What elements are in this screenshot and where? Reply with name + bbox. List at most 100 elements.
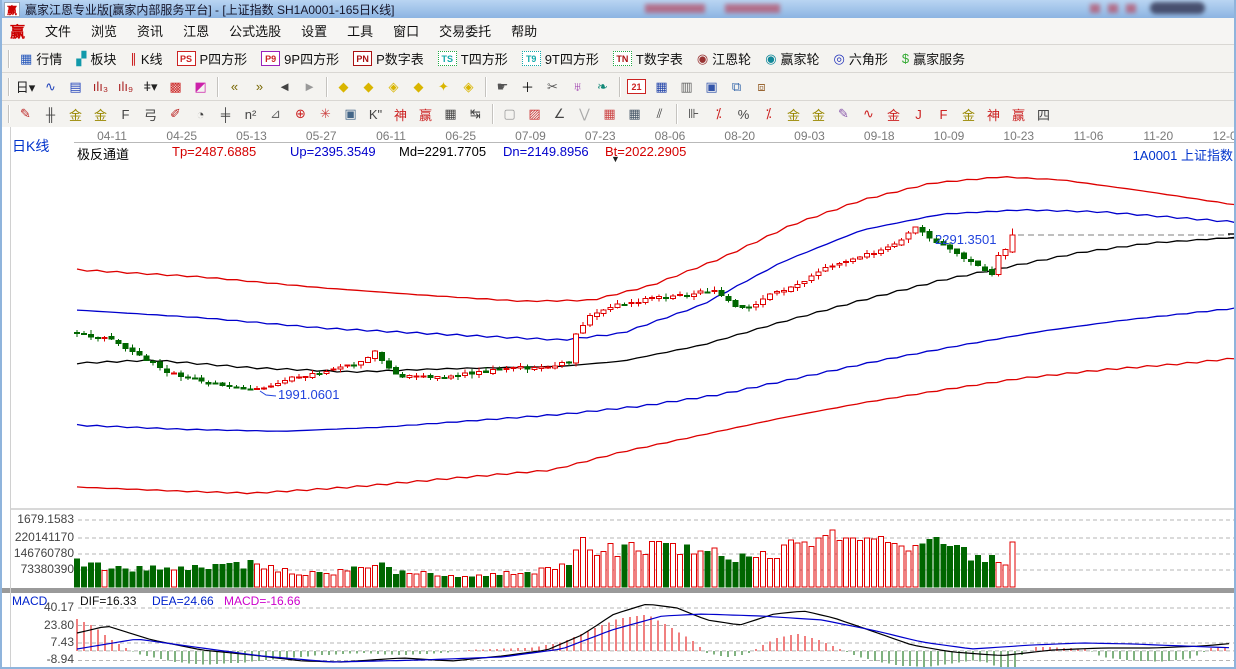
- nav-diamond-right[interactable]: ◆: [357, 75, 380, 98]
- calculator-icon[interactable]: ▦: [650, 75, 673, 98]
- kline-period-label[interactable]: 日K线: [12, 136, 49, 156]
- tb-9p-square[interactable]: P99P四方形: [254, 49, 346, 68]
- symbol-label[interactable]: 1A0001 上证指数: [1133, 145, 1233, 164]
- purple-tool[interactable]: ♅: [566, 75, 589, 98]
- draw-pencil-icon[interactable]: ✎: [14, 103, 37, 126]
- indicator-name-label[interactable]: 极反通道: [77, 144, 129, 159]
- gold-underline-icon[interactable]: 金: [882, 103, 905, 126]
- nav-diamond-star[interactable]: ✦: [432, 75, 455, 98]
- low-annotation-pointer: [260, 391, 276, 396]
- shen-angle-icon[interactable]: 神: [982, 103, 1005, 126]
- menu-file[interactable]: 文件: [35, 24, 81, 39]
- tb-quotes[interactable]: ▦行情: [13, 49, 69, 68]
- frame-box-icon[interactable]: ▢: [498, 103, 521, 126]
- gold-levels-icon[interactable]: 金: [807, 103, 830, 126]
- nav-diamond-all[interactable]: ◈: [457, 75, 480, 98]
- notepad-icon[interactable]: ▥: [675, 75, 698, 98]
- tb-sectors[interactable]: ▞板块: [69, 49, 123, 68]
- k-quote-icon[interactable]: K": [364, 103, 387, 126]
- boxed-grid-icon[interactable]: ▣: [339, 103, 362, 126]
- tb-gann-wheel[interactable]: ◉江恩轮: [690, 49, 758, 68]
- shen-tool-icon[interactable]: 神: [389, 103, 412, 126]
- j-angle-icon[interactable]: J: [907, 103, 930, 126]
- width-arrows-icon[interactable]: ↹: [464, 103, 487, 126]
- menu-browse[interactable]: 浏览: [81, 24, 127, 39]
- menu-trade-entrust[interactable]: 交易委托: [429, 24, 501, 39]
- zigzag-wave-icon[interactable]: ∿: [39, 75, 62, 98]
- calendar-21-icon[interactable]: 21: [625, 75, 648, 98]
- tb-p-table[interactable]: PNP数字表: [346, 49, 431, 68]
- pencil-bit-icon[interactable]: ✎: [832, 103, 855, 126]
- trend-lines-icon[interactable]: ∠: [548, 103, 571, 126]
- grid-red-icon[interactable]: ▦: [598, 103, 621, 126]
- gold-grid-icon[interactable]: 金: [64, 103, 87, 126]
- wave-red-icon[interactable]: ∿: [857, 103, 880, 126]
- hand-pan-tool[interactable]: ☛: [491, 75, 514, 98]
- bow-spiral-icon[interactable]: 弓: [139, 103, 162, 126]
- angle-mirror-icon[interactable]: ⊿: [264, 103, 287, 126]
- volume-bar: [546, 568, 551, 587]
- target-red-icon[interactable]: ⊕: [289, 103, 312, 126]
- chart-canvas[interactable]: 2291.35011991.0601: [2, 127, 1236, 669]
- nav-diamond-h[interactable]: ◈: [382, 75, 405, 98]
- menu-help[interactable]: 帮助: [501, 24, 547, 39]
- menu-formula-stock-pick[interactable]: 公式选股: [219, 24, 291, 39]
- f-grid-icon[interactable]: F: [114, 103, 137, 126]
- parallel-lines-icon[interactable]: ⫽: [648, 103, 671, 126]
- time-cycle-icon[interactable]: ◔: [189, 103, 212, 126]
- tb-winner-service[interactable]: $赢家服务: [895, 49, 972, 68]
- jump-end-button[interactable]: »: [248, 75, 271, 98]
- f-angle-icon[interactable]: F: [932, 103, 955, 126]
- cut-measure-tool[interactable]: ✂: [541, 75, 564, 98]
- menu-news[interactable]: 资讯: [127, 24, 173, 39]
- percent-levels-icon[interactable]: ⁒: [757, 103, 780, 126]
- menu-gann[interactable]: 江恩: [173, 24, 219, 39]
- ying-tool-icon[interactable]: 赢: [414, 103, 437, 126]
- jump-start-button[interactable]: «: [223, 75, 246, 98]
- gold-grid2-icon[interactable]: 金: [89, 103, 112, 126]
- percent-icon[interactable]: %: [732, 103, 755, 126]
- candle-type-dropdown[interactable]: ǂ▾: [139, 75, 162, 98]
- gold-angle-icon[interactable]: 金: [957, 103, 980, 126]
- red-region-icon[interactable]: ▩: [164, 75, 187, 98]
- flag-chart-icon[interactable]: ◩: [189, 75, 212, 98]
- period-day-dropdown[interactable]: 日▾: [14, 75, 37, 98]
- grid-123-icon[interactable]: ▦: [439, 103, 462, 126]
- nav-diamond-x[interactable]: ◆: [407, 75, 430, 98]
- tb-winner-wheel[interactable]: ◉赢家轮: [758, 49, 826, 68]
- teal-tool[interactable]: ❧: [591, 75, 614, 98]
- ying-angle-icon[interactable]: 赢: [1007, 103, 1030, 126]
- n-squared-icon[interactable]: n²: [239, 103, 262, 126]
- ray-fan-red-icon[interactable]: ▨: [523, 103, 546, 126]
- measure-bars-icon[interactable]: ⊪: [682, 103, 705, 126]
- gold-circle-icon[interactable]: 金: [782, 103, 805, 126]
- grid-dark-icon[interactable]: ▦: [623, 103, 646, 126]
- tb-kline[interactable]: ∥K线: [123, 49, 169, 68]
- pencil2-icon[interactable]: ✐: [164, 103, 187, 126]
- step-forward-button[interactable]: ►: [298, 75, 321, 98]
- ruler-grid-icon[interactable]: ╫: [39, 103, 62, 126]
- ruler2-icon[interactable]: ╪: [214, 103, 237, 126]
- tb-9t-square[interactable]: T99T四方形: [515, 49, 606, 68]
- note-list-icon[interactable]: ▤: [64, 75, 87, 98]
- tb-hexagon[interactable]: ◎六角形: [827, 49, 895, 68]
- si-angle-icon[interactable]: 四: [1032, 103, 1055, 126]
- menu-window[interactable]: 窗口: [383, 24, 429, 39]
- chart-9-icon[interactable]: ılı₉: [114, 75, 137, 98]
- tb-t-table[interactable]: TNT数字表: [606, 49, 690, 68]
- export-screen-icon[interactable]: ⧉: [725, 75, 748, 98]
- tb-t-square[interactable]: TST四方形: [431, 49, 515, 68]
- starburst-icon[interactable]: ✳: [314, 103, 337, 126]
- percent-line-red-icon[interactable]: ⁒: [707, 103, 730, 126]
- step-back-button[interactable]: ◄: [273, 75, 296, 98]
- menu-settings[interactable]: 设置: [291, 24, 337, 39]
- v-dots-icon[interactable]: ⋁: [573, 103, 596, 126]
- indicator-dropdown-caret[interactable]: ▼: [611, 154, 620, 164]
- tb-p-square[interactable]: PSP四方形: [170, 49, 255, 68]
- remote-service-icon[interactable]: ⧈: [750, 75, 773, 98]
- nav-diamond-left[interactable]: ◆: [332, 75, 355, 98]
- menu-tools[interactable]: 工具: [337, 24, 383, 39]
- crosshair-tool[interactable]: ＋: [516, 75, 539, 98]
- chart-3-icon[interactable]: ılı₃: [89, 75, 112, 98]
- save-icon[interactable]: ▣: [700, 75, 723, 98]
